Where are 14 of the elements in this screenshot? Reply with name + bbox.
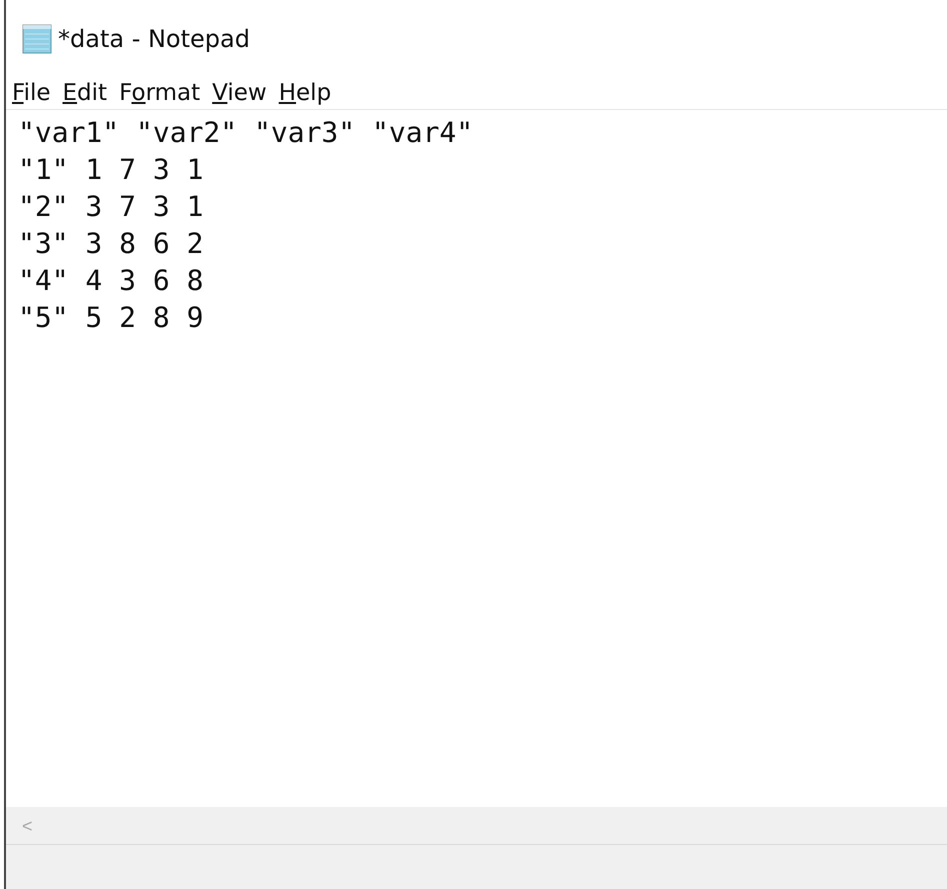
text-editor[interactable]: "var1" "var2" "var3" "var4" "1" 1 7 3 1 "2" 3 7 3 1 "3" 3 8 6 2 "4" 4 3 6 8 "5" 5 2 8 9	[6, 110, 947, 807]
text-line: "5" 5 2 8 9	[18, 300, 204, 336]
text-line: "var1" "var2" "var3" "var4"	[18, 115, 474, 151]
text-line: "1" 1 7 3 1	[18, 152, 204, 188]
window-title: *data - Notepad	[58, 24, 250, 55]
text-line: "4" 4 3 6 8	[18, 263, 204, 299]
menu-item[interactable]: Edit	[62, 76, 108, 111]
menu-item[interactable]: Format	[119, 76, 200, 111]
text-line: "3" 3 8 6 2	[18, 226, 204, 262]
menu-item[interactable]: File	[12, 76, 50, 111]
menu-item[interactable]: Help	[278, 76, 332, 111]
notepad-icon	[20, 22, 54, 56]
text-line: "2" 3 7 3 1	[18, 189, 204, 225]
menu-item[interactable]: View	[212, 76, 267, 111]
